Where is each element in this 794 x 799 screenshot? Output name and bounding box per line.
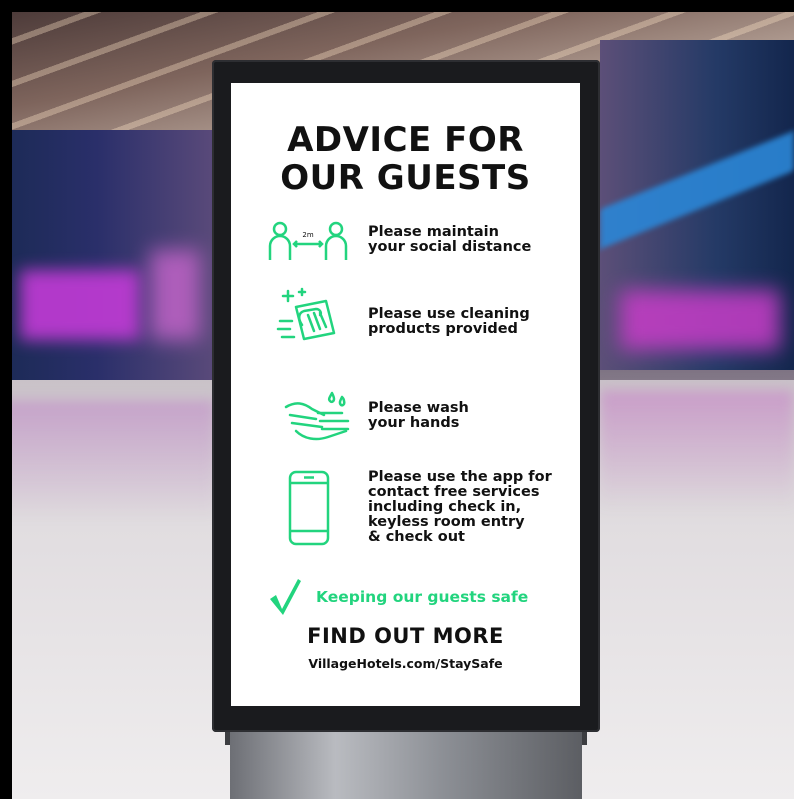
smartphone-icon — [288, 470, 330, 546]
left-neon-light — [20, 270, 140, 340]
item-cleaning: Please use cleaning products provided — [368, 307, 568, 337]
floor-reflection-left — [0, 400, 215, 520]
title-line-2: OUR GUESTS — [280, 158, 531, 198]
title-line-1: ADVICE FOR — [287, 120, 524, 160]
right-neon-light — [620, 290, 780, 350]
hotel-lobby-photo: ADVICE FOR OUR GUESTS 2m Please maintain… — [0, 0, 794, 799]
tagline: Keeping our guests safe — [316, 588, 529, 606]
top-border — [0, 0, 794, 12]
item-line: products provided — [368, 321, 518, 337]
item-line: including check in, — [368, 499, 522, 515]
item-hand-wash: Please wash your hands — [368, 401, 568, 431]
item-line: & check out — [368, 529, 465, 545]
website-url: VillageHotels.com/StaySafe — [308, 656, 503, 671]
item-line: Please use the app for — [368, 469, 552, 485]
social-distance-icon: 2m — [268, 221, 348, 260]
kiosk-stand — [230, 730, 582, 799]
item-social-distance: Please maintain your social distance — [368, 225, 568, 255]
find-out-more: FIND OUT MORE — [307, 624, 504, 648]
floor-reflection-right — [600, 390, 794, 510]
left-border — [0, 0, 12, 799]
item-line: contact free services — [368, 484, 540, 500]
item-line: Please use cleaning — [368, 306, 530, 322]
sign-title: ADVICE FOR OUR GUESTS — [231, 121, 580, 197]
distance-label: 2m — [302, 231, 313, 239]
left-neon-light-2 — [150, 250, 200, 340]
item-line: your hands — [368, 415, 460, 431]
item-line: Please maintain — [368, 224, 499, 240]
item-line: keyless room entry — [368, 514, 525, 530]
checkmark-icon — [270, 579, 301, 615]
cleaning-wipe-icon — [276, 287, 336, 341]
item-app: Please use the app for contact free serv… — [368, 470, 568, 545]
item-line: your social distance — [368, 239, 532, 255]
item-line: Please wash — [368, 400, 469, 416]
hand-wash-icon — [284, 391, 350, 441]
